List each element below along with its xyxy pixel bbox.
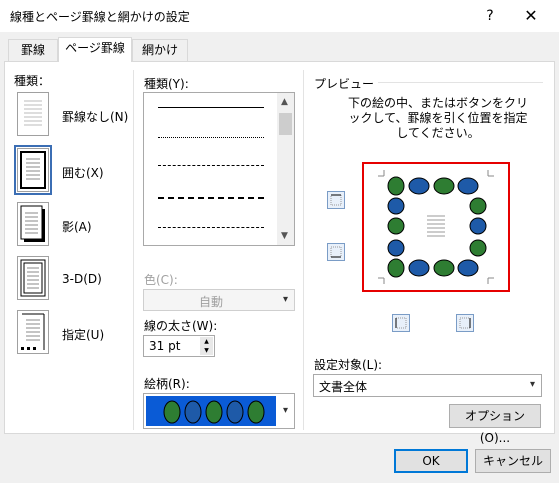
width-label: 線の太さ(W): [144,319,218,333]
setting-custom-icon[interactable] [17,310,49,354]
setting-none-label[interactable]: 罫線なし(N) [62,108,128,125]
art-gem-pattern [162,400,274,427]
tab-page-border[interactable]: ページ罫線 [58,37,132,62]
setting-3d-icon[interactable] [17,256,49,300]
color-dropdown[interactable]: 自動 ▾ [143,289,295,311]
apply-to-dropdown[interactable]: 文書全体 ▾ [313,374,542,397]
art-label: 絵柄(R): [144,377,190,391]
spin-down-icon[interactable]: ▼ [200,346,213,355]
setting-shadow-label[interactable]: 影(A) [62,218,92,235]
preview-instructions: 下の絵の中、またはボタンをクリックして、罫線を引く位置を指定してください。 [348,96,529,140]
line-style-dashed[interactable] [158,197,264,199]
help-button[interactable]: ? [478,4,502,28]
art-selection [146,396,276,426]
preview-label: プレビュー [314,77,375,91]
tab-borders[interactable]: 罫線 [8,39,58,61]
style-label: 種類(Y): [144,77,189,91]
chevron-down-icon[interactable]: ▾ [524,375,541,396]
style-scrollbar[interactable]: ▲ ▼ [277,93,294,245]
line-style-solid[interactable] [158,107,264,108]
setting-header: 種類： [14,74,51,88]
right-border-button[interactable] [456,314,474,332]
close-button[interactable]: ✕ [516,4,546,28]
line-style-dashed-fine[interactable] [158,165,264,166]
spin-up-icon[interactable]: ▲ [200,337,213,346]
tab-shading[interactable]: 網かけ [132,39,188,61]
scroll-down-icon[interactable]: ▼ [281,231,288,241]
setting-custom-label[interactable]: 指定(U) [62,326,104,343]
art-dropdown[interactable]: ▾ [143,393,295,429]
top-border-button[interactable] [327,191,345,209]
cancel-button[interactable]: キャンセル [475,449,551,473]
scroll-thumb[interactable] [279,113,292,135]
setting-box-icon[interactable] [14,145,52,195]
setting-none-icon[interactable] [17,92,49,136]
line-style-dotted[interactable] [158,137,264,138]
preview-groupline [378,82,543,83]
line-style-list[interactable]: ▲ ▼ [143,92,295,246]
color-label: 色(C): [144,273,178,287]
setting-3d-label[interactable]: 3-D(D) [62,272,102,286]
preview-area[interactable] [362,162,510,292]
divider [133,70,134,430]
scroll-up-icon[interactable]: ▲ [281,97,288,107]
ok-button[interactable]: OK [394,449,468,473]
line-width-value: 31 pt [149,339,181,353]
bottom-border-button[interactable] [327,243,345,261]
left-border-button[interactable] [392,314,410,332]
apply-to-value: 文書全体 [319,380,368,394]
divider [303,70,304,430]
line-style-dash-dot[interactable] [158,227,264,228]
dialog-title: 線種とページ罫線と網かけの設定 [10,10,190,24]
line-width-spinner[interactable]: 31 pt ▲ ▼ [143,335,215,357]
setting-box-label[interactable]: 囲む(X) [62,164,104,181]
chevron-down-icon[interactable]: ▾ [277,394,294,428]
color-value: 自動 [198,295,223,309]
apply-to-label: 設定対象(L): [314,358,383,372]
chevron-down-icon[interactable]: ▾ [277,290,294,310]
setting-shadow-icon[interactable] [17,202,49,246]
options-button[interactable]: オプション(O)... [449,404,541,445]
